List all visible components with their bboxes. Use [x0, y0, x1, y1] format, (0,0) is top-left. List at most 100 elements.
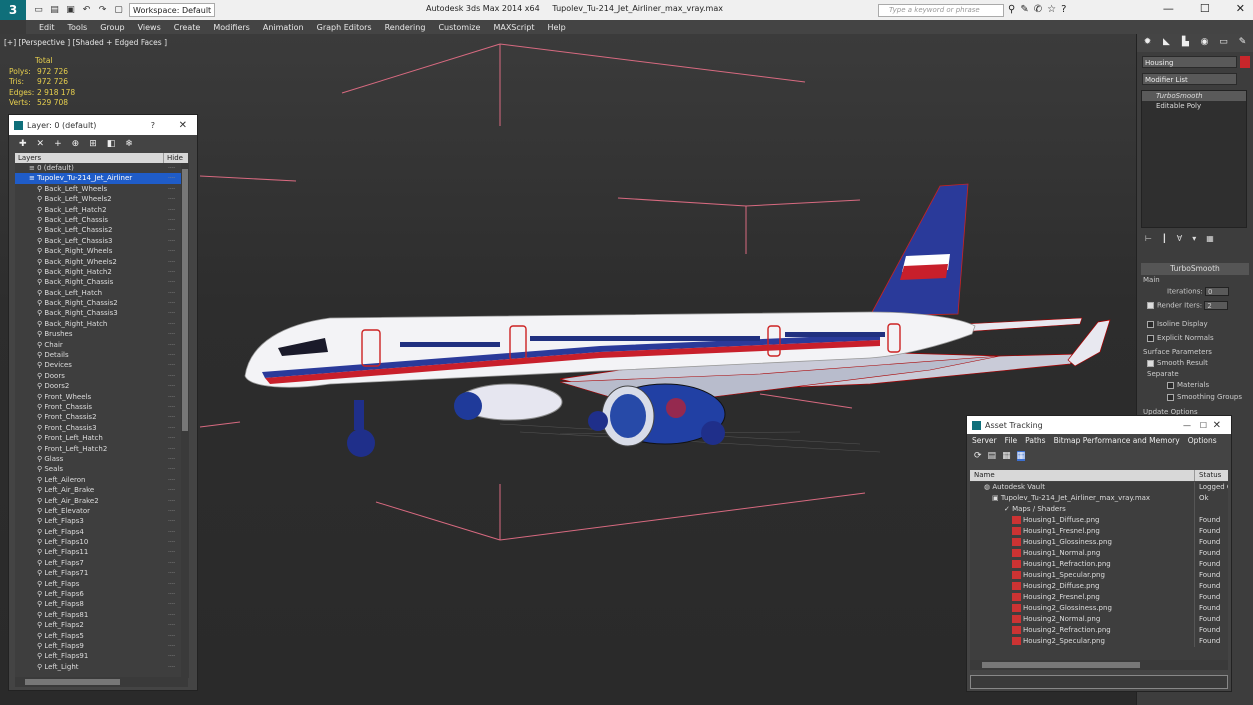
layer-vertical-scrollbar[interactable]	[181, 163, 189, 678]
layer-item[interactable]: ⚲ Left_Flaps11	[15, 547, 181, 558]
remove-modifier-icon[interactable]: ▾	[1192, 234, 1196, 243]
layer-horizontal-scrollbar[interactable]	[15, 677, 188, 687]
layer-item[interactable]: ⚲ Left_Flaps	[15, 579, 181, 590]
asset-row[interactable]: Housing1_Diffuse.png Found	[970, 515, 1228, 526]
help-icon[interactable]: ?	[1061, 4, 1066, 15]
asset-row[interactable]: Housing1_Normal.png Found	[970, 548, 1228, 559]
col-layers[interactable]: Layers	[18, 154, 41, 162]
smooth-result-checkbox[interactable]	[1147, 359, 1154, 367]
render-iters-checkbox[interactable]	[1147, 302, 1154, 309]
modify-tab-icon[interactable]: ◣	[1159, 37, 1174, 50]
layer-item[interactable]: ⚲ Front_Left_Hatch2	[15, 444, 181, 455]
menu-maxscript[interactable]: MAXScript	[493, 23, 534, 32]
layer-item[interactable]: ⚲ Left_Air_Brake2	[15, 496, 181, 507]
render-iters-spinner[interactable]: 2	[1204, 301, 1229, 310]
display-tab-icon[interactable]: ▭	[1216, 37, 1231, 50]
motion-tab-icon[interactable]: ◉	[1197, 37, 1212, 50]
freeze-all-icon[interactable]: ❄	[125, 139, 133, 149]
maximize-icon[interactable]: ☐	[1200, 2, 1210, 15]
minimize-icon[interactable]: —	[1163, 2, 1174, 15]
asset-row-vault[interactable]: ◍ Autodesk VaultLogged O	[970, 482, 1228, 493]
menu-edit[interactable]: Edit	[39, 23, 55, 32]
menu-group[interactable]: Group	[100, 23, 124, 32]
save-icon[interactable]: ▣	[64, 4, 77, 17]
delete-layer-icon[interactable]: ✕	[37, 139, 45, 149]
asset-horizontal-scrollbar[interactable]	[970, 660, 1228, 670]
turbosmooth-rollout[interactable]: TurboSmooth	[1141, 263, 1249, 275]
close-icon[interactable]: ✕	[1236, 2, 1245, 15]
layer-item[interactable]: ⚲ Back_Left_Hatch2	[15, 205, 181, 216]
layer-root[interactable]: ≡ 0 (default)	[15, 163, 181, 174]
layer-item[interactable]: ⚲ Glass	[15, 454, 181, 465]
layer-item[interactable]: ⚲ Back_Left_Chassis	[15, 215, 181, 226]
layer-item[interactable]: ⚲ Back_Left_Hatch	[15, 288, 181, 299]
at-menu-paths[interactable]: Paths	[1025, 434, 1045, 448]
stack-item-editable-poly[interactable]: Editable Poly	[1142, 101, 1246, 111]
layer-selected[interactable]: ≡ Tupolev_Tu-214_Jet_Airliner	[15, 173, 181, 184]
layer-item[interactable]: ⚲ Left_Flaps5	[15, 631, 181, 642]
pin-stack-icon[interactable]: ⊢	[1145, 234, 1152, 243]
asset-row[interactable]: Housing2_Fresnel.png Found	[970, 592, 1228, 603]
hide-all-icon[interactable]: ◧	[107, 139, 116, 149]
explicit-normals-checkbox[interactable]	[1147, 334, 1154, 342]
viewport-label[interactable]: [+] [Perspective ] [Shaded + Edged Faces…	[4, 38, 167, 47]
layer-item[interactable]: ⚲ Doors	[15, 371, 181, 382]
layer-item[interactable]: ⚲ Left_Air_Brake	[15, 485, 181, 496]
layer-item[interactable]: ⚲ Left_Flaps6	[15, 589, 181, 600]
refresh-icon[interactable]: ⟳	[974, 451, 982, 461]
asset-maximize-icon[interactable]: ☐	[1200, 421, 1207, 430]
layer-item[interactable]: ⚲ Brushes	[15, 329, 181, 340]
utilities-tab-icon[interactable]: ✎	[1235, 37, 1250, 50]
asset-minimize-icon[interactable]: —	[1183, 421, 1191, 430]
layer-item[interactable]: ⚲ Front_Chassis3	[15, 423, 181, 434]
layer-item[interactable]: ⚲ Back_Right_Hatch2	[15, 267, 181, 278]
object-color-swatch[interactable]	[1240, 56, 1250, 68]
layer-help-button[interactable]: ?	[151, 121, 155, 130]
select-objects-icon[interactable]: ⊕	[72, 139, 80, 149]
binoculars-icon[interactable]: ⚲	[1008, 4, 1015, 15]
at-col-name[interactable]: Name	[974, 470, 995, 481]
asset-row[interactable]: Housing2_Glossiness.png Found	[970, 603, 1228, 614]
menu-modifiers[interactable]: Modifiers	[213, 23, 250, 32]
at-menu-options[interactable]: Options	[1188, 434, 1217, 448]
layer-item[interactable]: ⚲ Details	[15, 350, 181, 361]
create-tab-icon[interactable]: ✹	[1140, 37, 1155, 50]
menu-animation[interactable]: Animation	[263, 23, 304, 32]
menu-customize[interactable]: Customize	[438, 23, 480, 32]
open-icon[interactable]: ▤	[48, 4, 61, 17]
subscription-icon[interactable]: ✎	[1020, 4, 1028, 15]
asset-row[interactable]: Housing2_Refraction.png Found	[970, 625, 1228, 636]
layer-item[interactable]: ⚲ Front_Chassis	[15, 402, 181, 413]
at-col-status[interactable]: Status	[1194, 470, 1221, 481]
layer-item[interactable]: ⚲ Left_Flaps91	[15, 651, 181, 662]
make-unique-icon[interactable]: ∀	[1177, 234, 1182, 243]
layer-item[interactable]: ⚲ Chair	[15, 340, 181, 351]
layer-item[interactable]: ⚲ Front_Left_Hatch	[15, 433, 181, 444]
asset-row[interactable]: Housing1_Glossiness.png Found	[970, 537, 1228, 548]
list-view-icon[interactable]: ▤	[988, 451, 997, 461]
asset-row[interactable]: Housing2_Specular.png Found	[970, 636, 1228, 647]
asset-row[interactable]: Housing2_Diffuse.png Found	[970, 581, 1228, 592]
layer-item[interactable]: ⚲ Left_Aileron	[15, 475, 181, 486]
isoline-checkbox[interactable]	[1147, 320, 1154, 328]
iterations-spinner[interactable]: 0	[1204, 287, 1229, 296]
asset-row[interactable]: Housing1_Specular.png Found	[970, 570, 1228, 581]
asset-row[interactable]: Housing1_Refraction.png Found	[970, 559, 1228, 570]
undo-icon[interactable]: ↶	[80, 4, 93, 17]
asset-close-icon[interactable]: ✕	[1213, 420, 1221, 431]
layer-scroll-thumb[interactable]	[182, 169, 188, 431]
layer-item[interactable]: ⚲ Left_Flaps8	[15, 599, 181, 610]
asset-row-file[interactable]: ▣ Tupolev_Tu-214_Jet_Airliner_max_vray.m…	[970, 493, 1228, 504]
layer-item[interactable]: ⚲ Seals	[15, 464, 181, 475]
layer-item[interactable]: ⚲ Left_Flaps4	[15, 527, 181, 538]
menu-views[interactable]: Views	[138, 23, 161, 32]
layer-item[interactable]: ⚲ Left_Flaps71	[15, 568, 181, 579]
at-menu-server[interactable]: Server	[972, 434, 997, 448]
layer-item[interactable]: ⚲ Back_Right_Wheels2	[15, 257, 181, 268]
project-folder-icon[interactable]: ▢	[112, 4, 125, 17]
layer-item[interactable]: ⚲ Back_Left_Wheels2	[15, 194, 181, 205]
layer-hscroll-thumb[interactable]	[25, 679, 120, 685]
at-menu-bitmap[interactable]: Bitmap Performance and Memory	[1054, 434, 1180, 448]
asset-path-field[interactable]	[970, 675, 1228, 689]
col-hide[interactable]: Hide	[163, 153, 183, 163]
